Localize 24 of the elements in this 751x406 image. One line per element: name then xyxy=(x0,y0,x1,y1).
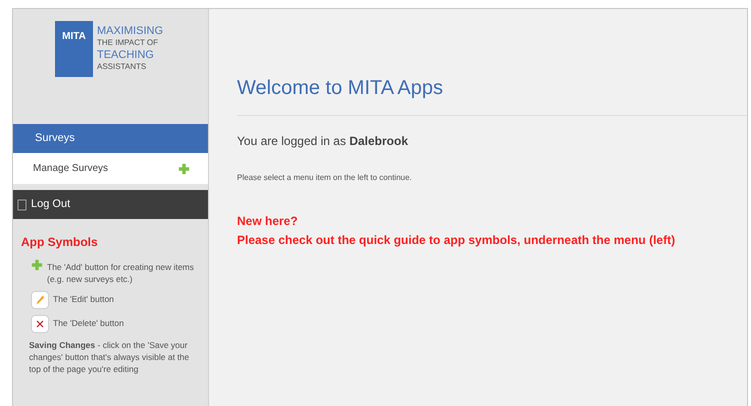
logo-text: TEACHING xyxy=(97,49,155,61)
symbol-description: The 'Add' button for creating new items (e.g. new surveys etc.) xyxy=(47,261,195,285)
login-status: You are logged in as Dalebrook xyxy=(237,133,409,150)
saving-note: Saving Changes - click on the 'Save your changes' button that's always visible at the top of the page you're editing xyxy=(29,339,190,375)
page-title: Welcome to MITA Apps xyxy=(237,73,747,116)
plus-icon xyxy=(31,259,43,271)
notice-text: New here? xyxy=(237,213,299,230)
pencil-icon xyxy=(31,291,49,309)
logo-text: MAXIMISING xyxy=(97,25,164,37)
symbol-description: The 'Delete' button xyxy=(53,317,124,329)
menu-item[interactable]: Manage Surveys xyxy=(13,153,208,184)
logo-text: ASSISTANTS xyxy=(97,61,148,73)
logo-text: THE IMPACT OF xyxy=(97,37,160,49)
symbol-description: The 'Edit' button xyxy=(53,293,114,305)
plus-icon xyxy=(178,162,190,174)
menu-item-label: Manage Surveys xyxy=(33,162,108,176)
logo-mark: MITA xyxy=(55,21,93,77)
symbols-title: App Symbols xyxy=(20,234,99,251)
notice-text: Please check out the quick guide to app symbols, underneath the menu (left) xyxy=(237,232,676,249)
cross-icon xyxy=(31,315,49,333)
logout-button[interactable]: Log Out xyxy=(13,190,208,219)
menu-section-header[interactable]: Surveys xyxy=(13,124,208,153)
logout-icon xyxy=(17,198,27,210)
instruction-text: Please select a menu item on the left to continue. xyxy=(237,172,413,184)
